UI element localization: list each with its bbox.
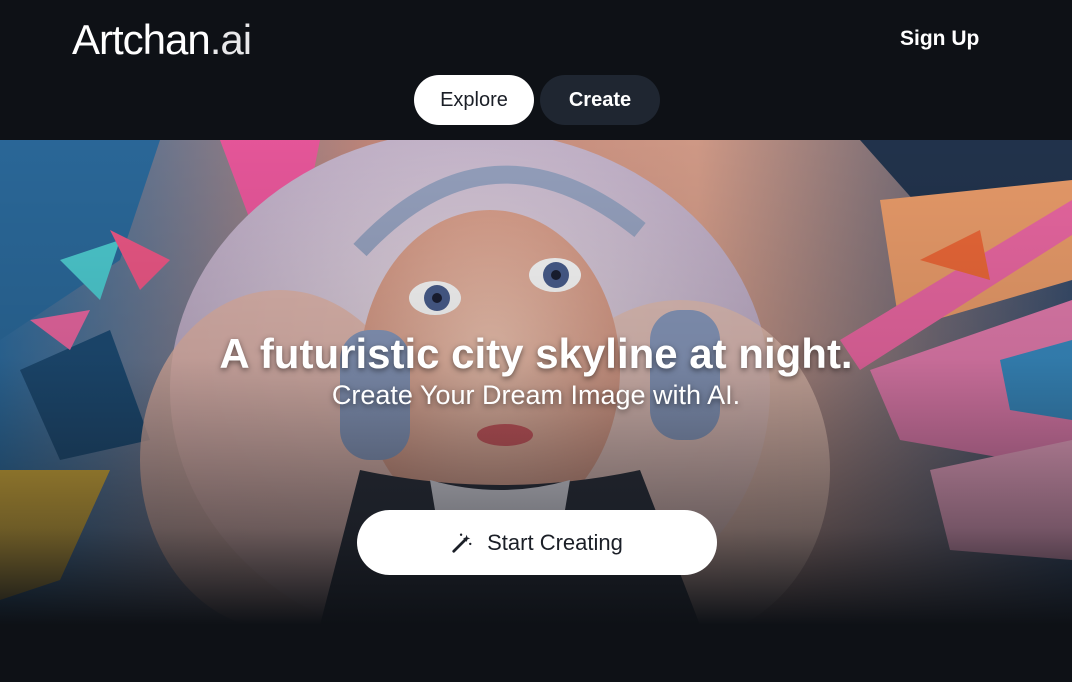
top-header: Artchan.ai Sign Up Explore Create	[0, 0, 1072, 140]
logo[interactable]: Artchan.ai	[72, 16, 252, 64]
hero-banner: A futuristic city skyline at night. Crea…	[0, 140, 1072, 625]
tab-explore[interactable]: Explore	[414, 75, 534, 125]
sign-up-link[interactable]: Sign Up	[900, 27, 979, 51]
start-creating-label: Start Creating	[487, 529, 623, 555]
logo-text: Artchan	[72, 16, 211, 63]
magic-wand-icon	[452, 533, 472, 553]
logo-suffix: .ai	[209, 16, 252, 63]
hero-headline: A futuristic city skyline at night.	[219, 330, 853, 377]
page-bottom	[0, 625, 1072, 682]
hero-subline: Create Your Dream Image with AI.	[331, 380, 741, 410]
tab-create[interactable]: Create	[540, 75, 660, 125]
mode-tabs: Explore Create	[414, 75, 660, 125]
start-creating-button[interactable]: Start Creating	[357, 510, 717, 575]
